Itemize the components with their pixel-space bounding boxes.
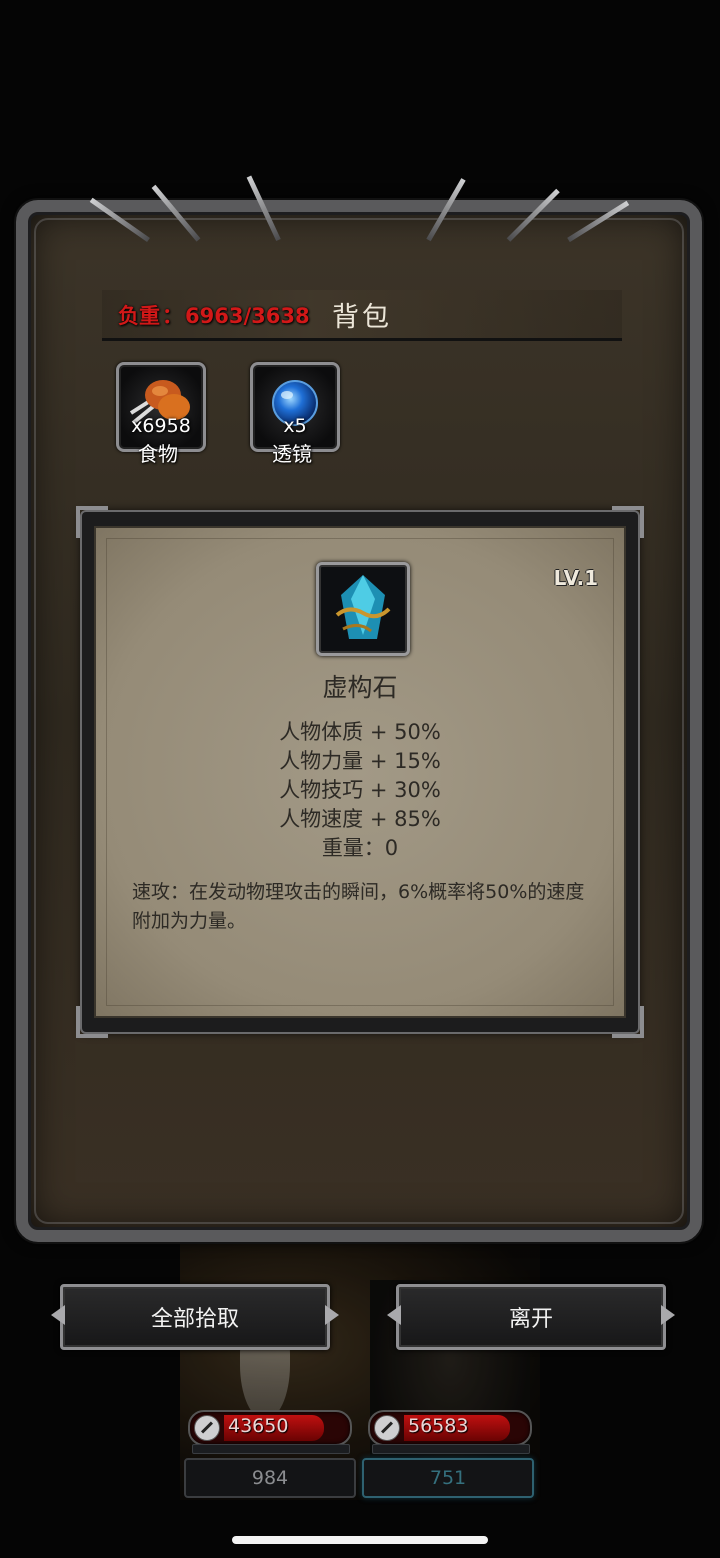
slot-quantity: x6958 [131, 415, 191, 437]
stat-speed: 人物速度 + 85% [279, 807, 441, 831]
slot-label-food: 食物 [138, 442, 178, 466]
hp-bar-left: 43650 [188, 1410, 352, 1446]
mp-box-left: 984 [184, 1458, 356, 1498]
hp-value: 43650 [228, 1415, 289, 1437]
weight-value: 6963/3638 [185, 304, 310, 328]
hp-value: 56583 [408, 1415, 469, 1437]
stat-weight: 重量：0 [321, 836, 399, 860]
weight-indicator: 负重：6963/3638 [118, 300, 310, 330]
panel-header: 负重：6963/3638 背包 [102, 290, 622, 341]
page-title: 背包 [332, 302, 392, 333]
weight-separator: ： [162, 304, 183, 328]
hp-bar-right: 56583 [368, 1410, 532, 1446]
sword-icon [374, 1415, 400, 1441]
slot-quantity: x5 [283, 415, 307, 437]
item-stats: 人物体质 + 50% 人物力量 + 15% 人物技巧 + 30% 人物速度 + … [96, 718, 624, 863]
item-detail-body: LV.1 虚构石 人物体质 + 50% 人物力量 + 15% 人物技巧 + 30… [94, 526, 626, 1018]
slot-label-lens: 透镜 [272, 442, 312, 466]
sub-bar [372, 1444, 530, 1454]
item-level: LV.1 [553, 566, 598, 590]
item-description: 速攻：在发动物理攻击的瞬间，6%概率将50%的速度附加为力量。 [132, 881, 585, 932]
leave-button[interactable]: 离开 [396, 1284, 666, 1350]
home-indicator[interactable] [232, 1536, 488, 1544]
sword-icon [194, 1415, 220, 1441]
weight-label: 负重 [118, 304, 160, 328]
pick-all-button[interactable]: 全部拾取 [60, 1284, 330, 1350]
stat-skill: 人物技巧 + 30% [279, 778, 441, 802]
mp-box-right: 751 [362, 1458, 534, 1498]
crystal-rune-icon [335, 575, 391, 639]
item-name: 虚构石 [322, 673, 398, 702]
sub-bar [192, 1444, 350, 1454]
item-detail-card: LV.1 虚构石 人物体质 + 50% 人物力量 + 15% 人物技巧 + 30… [76, 506, 644, 1038]
stat-strength: 人物力量 + 15% [279, 749, 441, 773]
item-icon-frame [316, 562, 410, 656]
stat-constitution: 人物体质 + 50% [279, 720, 441, 744]
panel-spike-ornament [89, 170, 630, 243]
